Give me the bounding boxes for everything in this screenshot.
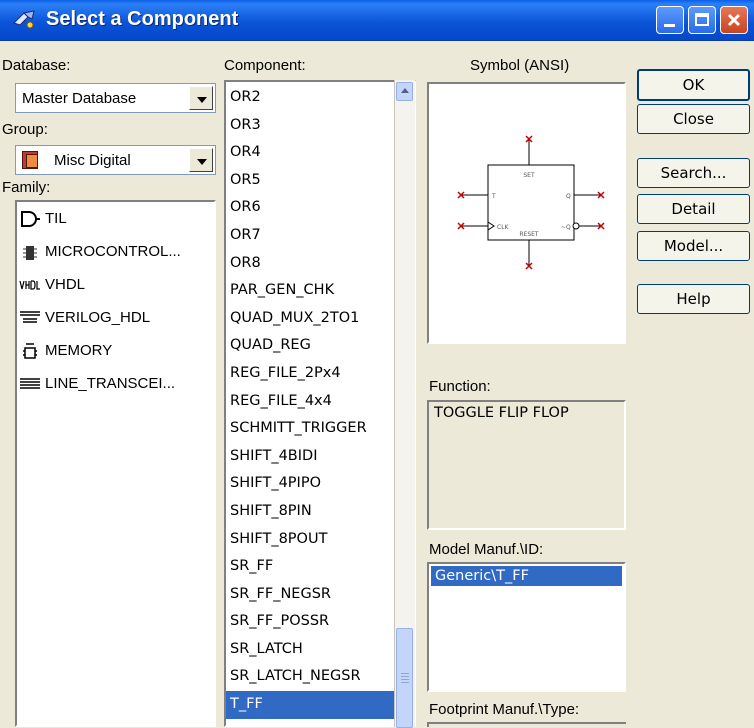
- vhdl-icon: [19, 275, 41, 295]
- help-button[interactable]: Help: [637, 284, 750, 314]
- component-item[interactable]: SR_FF_NEGSR: [226, 581, 396, 609]
- component-item[interactable]: OR7: [226, 222, 396, 250]
- function-label: Function:: [429, 378, 491, 395]
- family-label: Family:: [2, 179, 51, 196]
- maximize-button[interactable]: [688, 6, 716, 34]
- component-item[interactable]: SR_FF: [226, 553, 396, 581]
- memory-icon: [19, 341, 41, 361]
- component-item[interactable]: OR4: [226, 139, 396, 167]
- pin-q-label: Q: [566, 193, 571, 200]
- minimize-button[interactable]: [656, 6, 684, 34]
- chevron-down-icon[interactable]: [189, 148, 213, 172]
- footprint-label: Footprint Manuf.\Type:: [429, 701, 580, 718]
- component-item[interactable]: SHIFT_8PIN: [226, 498, 396, 526]
- scrollbar-thumb[interactable]: [396, 628, 413, 728]
- database-value: Master Database: [22, 90, 137, 107]
- pin-t-label: T: [491, 193, 496, 200]
- family-item-line-transceiver[interactable]: LINE_TRANSCEI...: [17, 367, 214, 400]
- component-item[interactable]: PAR_GEN_CHK: [226, 277, 396, 305]
- verilog-icon: [19, 308, 41, 328]
- search-button[interactable]: Search...: [637, 158, 750, 188]
- family-item-label: LINE_TRANSCEI...: [45, 375, 176, 392]
- scroll-up-icon[interactable]: [396, 82, 413, 101]
- component-item[interactable]: T_FF: [226, 691, 396, 719]
- group-label: Group:: [2, 121, 48, 138]
- function-value: TOGGLE FLIP FLOP: [434, 405, 569, 421]
- function-panel: TOGGLE FLIP FLOP: [427, 400, 626, 530]
- family-item-memory[interactable]: MEMORY: [17, 334, 214, 367]
- component-item[interactable]: OR2: [226, 84, 396, 112]
- component-item[interactable]: REG_FILE_2Px4: [226, 360, 396, 388]
- component-list[interactable]: OR2 OR3 OR4 OR5 OR6 OR7 OR8 PAR_GEN_CHK QUAD_MUX…: [224, 80, 416, 727]
- component-item[interactable]: SR_LATCH_NEGSR: [226, 663, 396, 691]
- family-item-label: TIL: [45, 210, 67, 227]
- component-item[interactable]: OR6: [226, 194, 396, 222]
- pin-clk-label: CLK: [497, 224, 510, 231]
- family-item-microcontroller[interactable]: MICROCONTROL...: [17, 235, 214, 268]
- detail-report-button[interactable]: Detail Report...: [637, 194, 750, 246]
- pin-set-label: SET: [523, 172, 535, 179]
- family-item-label: VHDL: [45, 276, 86, 293]
- group-value: Misc Digital: [54, 152, 131, 169]
- component-scrollbar[interactable]: [394, 80, 415, 728]
- component-item[interactable]: QUAD_REG: [226, 332, 396, 360]
- close-button[interactable]: Close: [637, 104, 750, 134]
- component-item[interactable]: OR5: [226, 167, 396, 195]
- component-item[interactable]: QUAD_MUX_2TO1: [226, 305, 396, 333]
- ok-button[interactable]: OK: [637, 69, 750, 101]
- component-item[interactable]: OR8: [226, 250, 396, 278]
- pin-qbar-label: ~Q: [561, 224, 571, 231]
- model-manuf-list[interactable]: Generic\T_FF: [427, 562, 626, 692]
- symbol-label: Symbol (ANSI): [470, 57, 570, 74]
- component-item[interactable]: REG_FILE_4x4: [226, 388, 396, 416]
- family-item-vhdl[interactable]: VHDL: [17, 268, 214, 301]
- model-manuf-label: Model Manuf.\ID:: [429, 541, 544, 558]
- family-list[interactable]: TIL MICROCONTROL... VHDL VERILOG_HDL MEM…: [15, 200, 216, 727]
- family-item-label: MEMORY: [45, 342, 113, 359]
- line-icon: [19, 374, 41, 394]
- t-flipflop-symbol: SET T Q CLK ~Q RESET: [457, 135, 605, 270]
- component-item[interactable]: OR3: [226, 112, 396, 140]
- model-button[interactable]: Model...: [637, 231, 750, 261]
- minimize-icon: [664, 24, 675, 27]
- chip-icon: [19, 242, 41, 262]
- title-bar[interactable]: Select a Component: [0, 0, 754, 41]
- family-item-til[interactable]: TIL: [17, 202, 214, 235]
- component-item[interactable]: SHIFT_4PIPO: [226, 470, 396, 498]
- group-select[interactable]: Misc Digital: [15, 145, 216, 175]
- close-icon: [727, 13, 741, 27]
- component-item[interactable]: SR_LATCH: [226, 636, 396, 664]
- misc-digital-icon: [22, 151, 40, 169]
- database-label: Database:: [2, 57, 71, 74]
- component-item[interactable]: SHIFT_8POUT: [226, 526, 396, 554]
- family-item-label: VERILOG_HDL: [45, 309, 151, 326]
- app-icon: [13, 10, 35, 29]
- component-item[interactable]: SHIFT_4BIDI: [226, 443, 396, 471]
- model-manuf-item[interactable]: Generic\T_FF: [431, 566, 622, 586]
- gate-icon: [19, 209, 41, 229]
- footprint-list[interactable]: [427, 722, 626, 727]
- window-title: Select a Component: [46, 8, 239, 30]
- maximize-icon: [695, 13, 709, 26]
- close-window-button[interactable]: [720, 6, 748, 34]
- family-item-verilog-hdl[interactable]: VERILOG_HDL: [17, 301, 214, 334]
- component-item[interactable]: SCHMITT_TRIGGER: [226, 415, 396, 443]
- symbol-preview: SET T Q CLK ~Q RESET: [427, 82, 626, 344]
- pin-reset-label: RESET: [519, 231, 539, 238]
- chevron-down-icon[interactable]: [189, 86, 213, 110]
- component-item[interactable]: SR_FF_POSSR: [226, 608, 396, 636]
- database-select[interactable]: Master Database: [15, 83, 216, 113]
- family-item-label: MICROCONTROL...: [45, 243, 181, 260]
- component-label: Component:: [224, 57, 306, 74]
